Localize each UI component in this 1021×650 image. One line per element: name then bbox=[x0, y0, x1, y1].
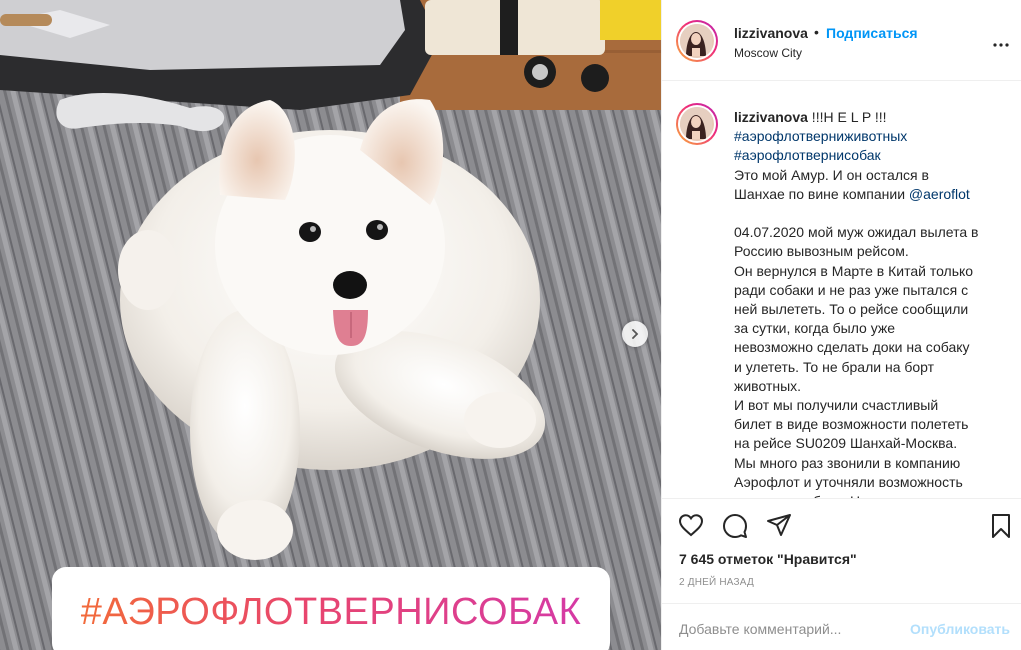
comment-icon bbox=[723, 514, 747, 538]
caption-text: билет в виде возможности полететь bbox=[734, 416, 969, 433]
caption-text: за сутки, когда было уже bbox=[734, 320, 896, 337]
comment-input[interactable] bbox=[679, 618, 899, 640]
post-caption: lizzivanova !!!Н E L P !!! #аэрофлотверни… bbox=[734, 108, 1008, 498]
caption-text: Он вернулся в Марте в Китай только bbox=[734, 262, 974, 279]
mention-link[interactable]: @aeroflot bbox=[909, 186, 970, 202]
post-header: lizzivanova • Подписаться Moscow City bbox=[662, 0, 1021, 81]
caption-text: животных. bbox=[734, 377, 802, 394]
caption-text: Мы много раз звонили в компанию bbox=[734, 454, 961, 471]
paper-plane-icon bbox=[767, 514, 791, 536]
more-dots-icon bbox=[993, 43, 1009, 47]
caption-line: Аэрофлот и уточняли возможность bbox=[734, 473, 1008, 492]
publish-button[interactable]: Опубликовать bbox=[910, 621, 1010, 637]
separator-dot: • bbox=[814, 24, 819, 40]
caption-text: ради собаки и не раз уже пытался с bbox=[734, 281, 969, 298]
caption-text: !!!Н E L P !!! bbox=[807, 109, 887, 125]
action-bar bbox=[662, 498, 1021, 538]
caption-author-username[interactable]: lizzivanova bbox=[734, 109, 808, 125]
caption-line: за сутки, когда было уже bbox=[734, 319, 1008, 338]
likes-count[interactable]: 7 645 отметок "Нравится" bbox=[679, 551, 857, 567]
caption-line: животных. bbox=[734, 377, 1008, 396]
caption-line: И вот мы получили счастливый bbox=[734, 396, 1008, 415]
follow-button[interactable]: Подписаться bbox=[826, 25, 918, 41]
image-hashtag-text: #АЭРОФЛОТВЕРНИСОБАК bbox=[80, 591, 582, 633]
caption-line: невозможно сделать доки на собаку bbox=[734, 338, 1008, 357]
avatar[interactable] bbox=[676, 20, 718, 62]
post-photo[interactable]: #АЭРОФЛОТВЕРНИСОБАК bbox=[0, 0, 661, 650]
caption-text: ней вылететь. То о рейсе сообщили bbox=[734, 301, 969, 318]
caption-line: Россию вывозным рейсом. bbox=[734, 242, 1008, 261]
heart-icon bbox=[678, 514, 704, 537]
post-timestamp[interactable]: 2 ДНЕЙ НАЗАД bbox=[679, 577, 754, 588]
caption-text: 04.07.2020 мой муж ожидал вылета в bbox=[734, 224, 979, 241]
caption-line: #аэрофлотверниживотных bbox=[734, 127, 1008, 146]
share-button[interactable] bbox=[766, 513, 792, 542]
comments-area[interactable]: lizzivanova !!!Н E L P !!! #аэрофлотверни… bbox=[662, 82, 1021, 498]
caption-text: Аэрофлот и уточняли возможность bbox=[734, 473, 963, 490]
comment-button[interactable] bbox=[722, 513, 748, 544]
caption-line bbox=[734, 204, 1008, 223]
hashtag-link[interactable]: #аэрофлотверниживотных bbox=[734, 128, 907, 144]
caption-line: ради собаки и не раз уже пытался с bbox=[734, 281, 1008, 300]
caption-line: Шанхае по вине компании @aeroflot bbox=[734, 185, 1008, 204]
caption-line: и улететь. То не брали на борт bbox=[734, 358, 1008, 377]
caption-line: #аэрофлотвернисобак bbox=[734, 146, 1008, 165]
dog-photo-image bbox=[0, 0, 661, 650]
add-comment-section: Опубликовать bbox=[662, 603, 1021, 650]
caption-text: Россию вывозным рейсом. bbox=[734, 243, 909, 260]
caption-text: на рейсе SU0209 Шанхай-Москва. bbox=[734, 435, 958, 452]
profile-photo-icon bbox=[680, 24, 712, 56]
caption-text: невозможно сделать доки на собаку bbox=[734, 339, 970, 356]
caption-avatar[interactable] bbox=[676, 103, 718, 145]
chevron-right-icon bbox=[632, 329, 639, 339]
caption-text: И вот мы получили счастливый bbox=[734, 397, 939, 414]
caption-line: билет в виде возможности полететь bbox=[734, 415, 1008, 434]
post-side-panel: lizzivanova • Подписаться Moscow City li bbox=[661, 0, 1021, 650]
caption-text: и улететь. То не брали на борт bbox=[734, 358, 935, 375]
caption-text: Шанхае по вине компании bbox=[734, 185, 909, 202]
like-button[interactable] bbox=[678, 513, 704, 542]
post-author-username[interactable]: lizzivanova bbox=[734, 25, 808, 41]
image-hashtag-banner: #АЭРОФЛОТВЕРНИСОБАК bbox=[52, 567, 610, 650]
more-options-button[interactable] bbox=[993, 34, 1009, 52]
post-location[interactable]: Moscow City bbox=[734, 46, 802, 60]
caption-line: Это мой Амур. И он остался в bbox=[734, 166, 1008, 185]
caption-line: Мы много раз звонили в компанию bbox=[734, 454, 1008, 473]
caption-text: Это мой Амур. И он остался в bbox=[734, 166, 929, 183]
save-button[interactable] bbox=[990, 513, 1012, 544]
next-image-button[interactable] bbox=[622, 321, 648, 347]
caption-line: ней вылететь. То о рейсе сообщили bbox=[734, 300, 1008, 319]
hashtag-link[interactable]: #аэрофлотвернисобак bbox=[734, 147, 881, 163]
caption-line: на рейсе SU0209 Шанхай-Москва. bbox=[734, 434, 1008, 453]
profile-photo-icon bbox=[680, 107, 712, 139]
caption-line: Он вернулся в Марте в Китай только bbox=[734, 262, 1008, 281]
bookmark-icon bbox=[992, 514, 1010, 538]
caption-line: lizzivanova !!!Н E L P !!! bbox=[734, 108, 1008, 127]
caption-line: 04.07.2020 мой муж ожидал вылета в bbox=[734, 223, 1008, 242]
